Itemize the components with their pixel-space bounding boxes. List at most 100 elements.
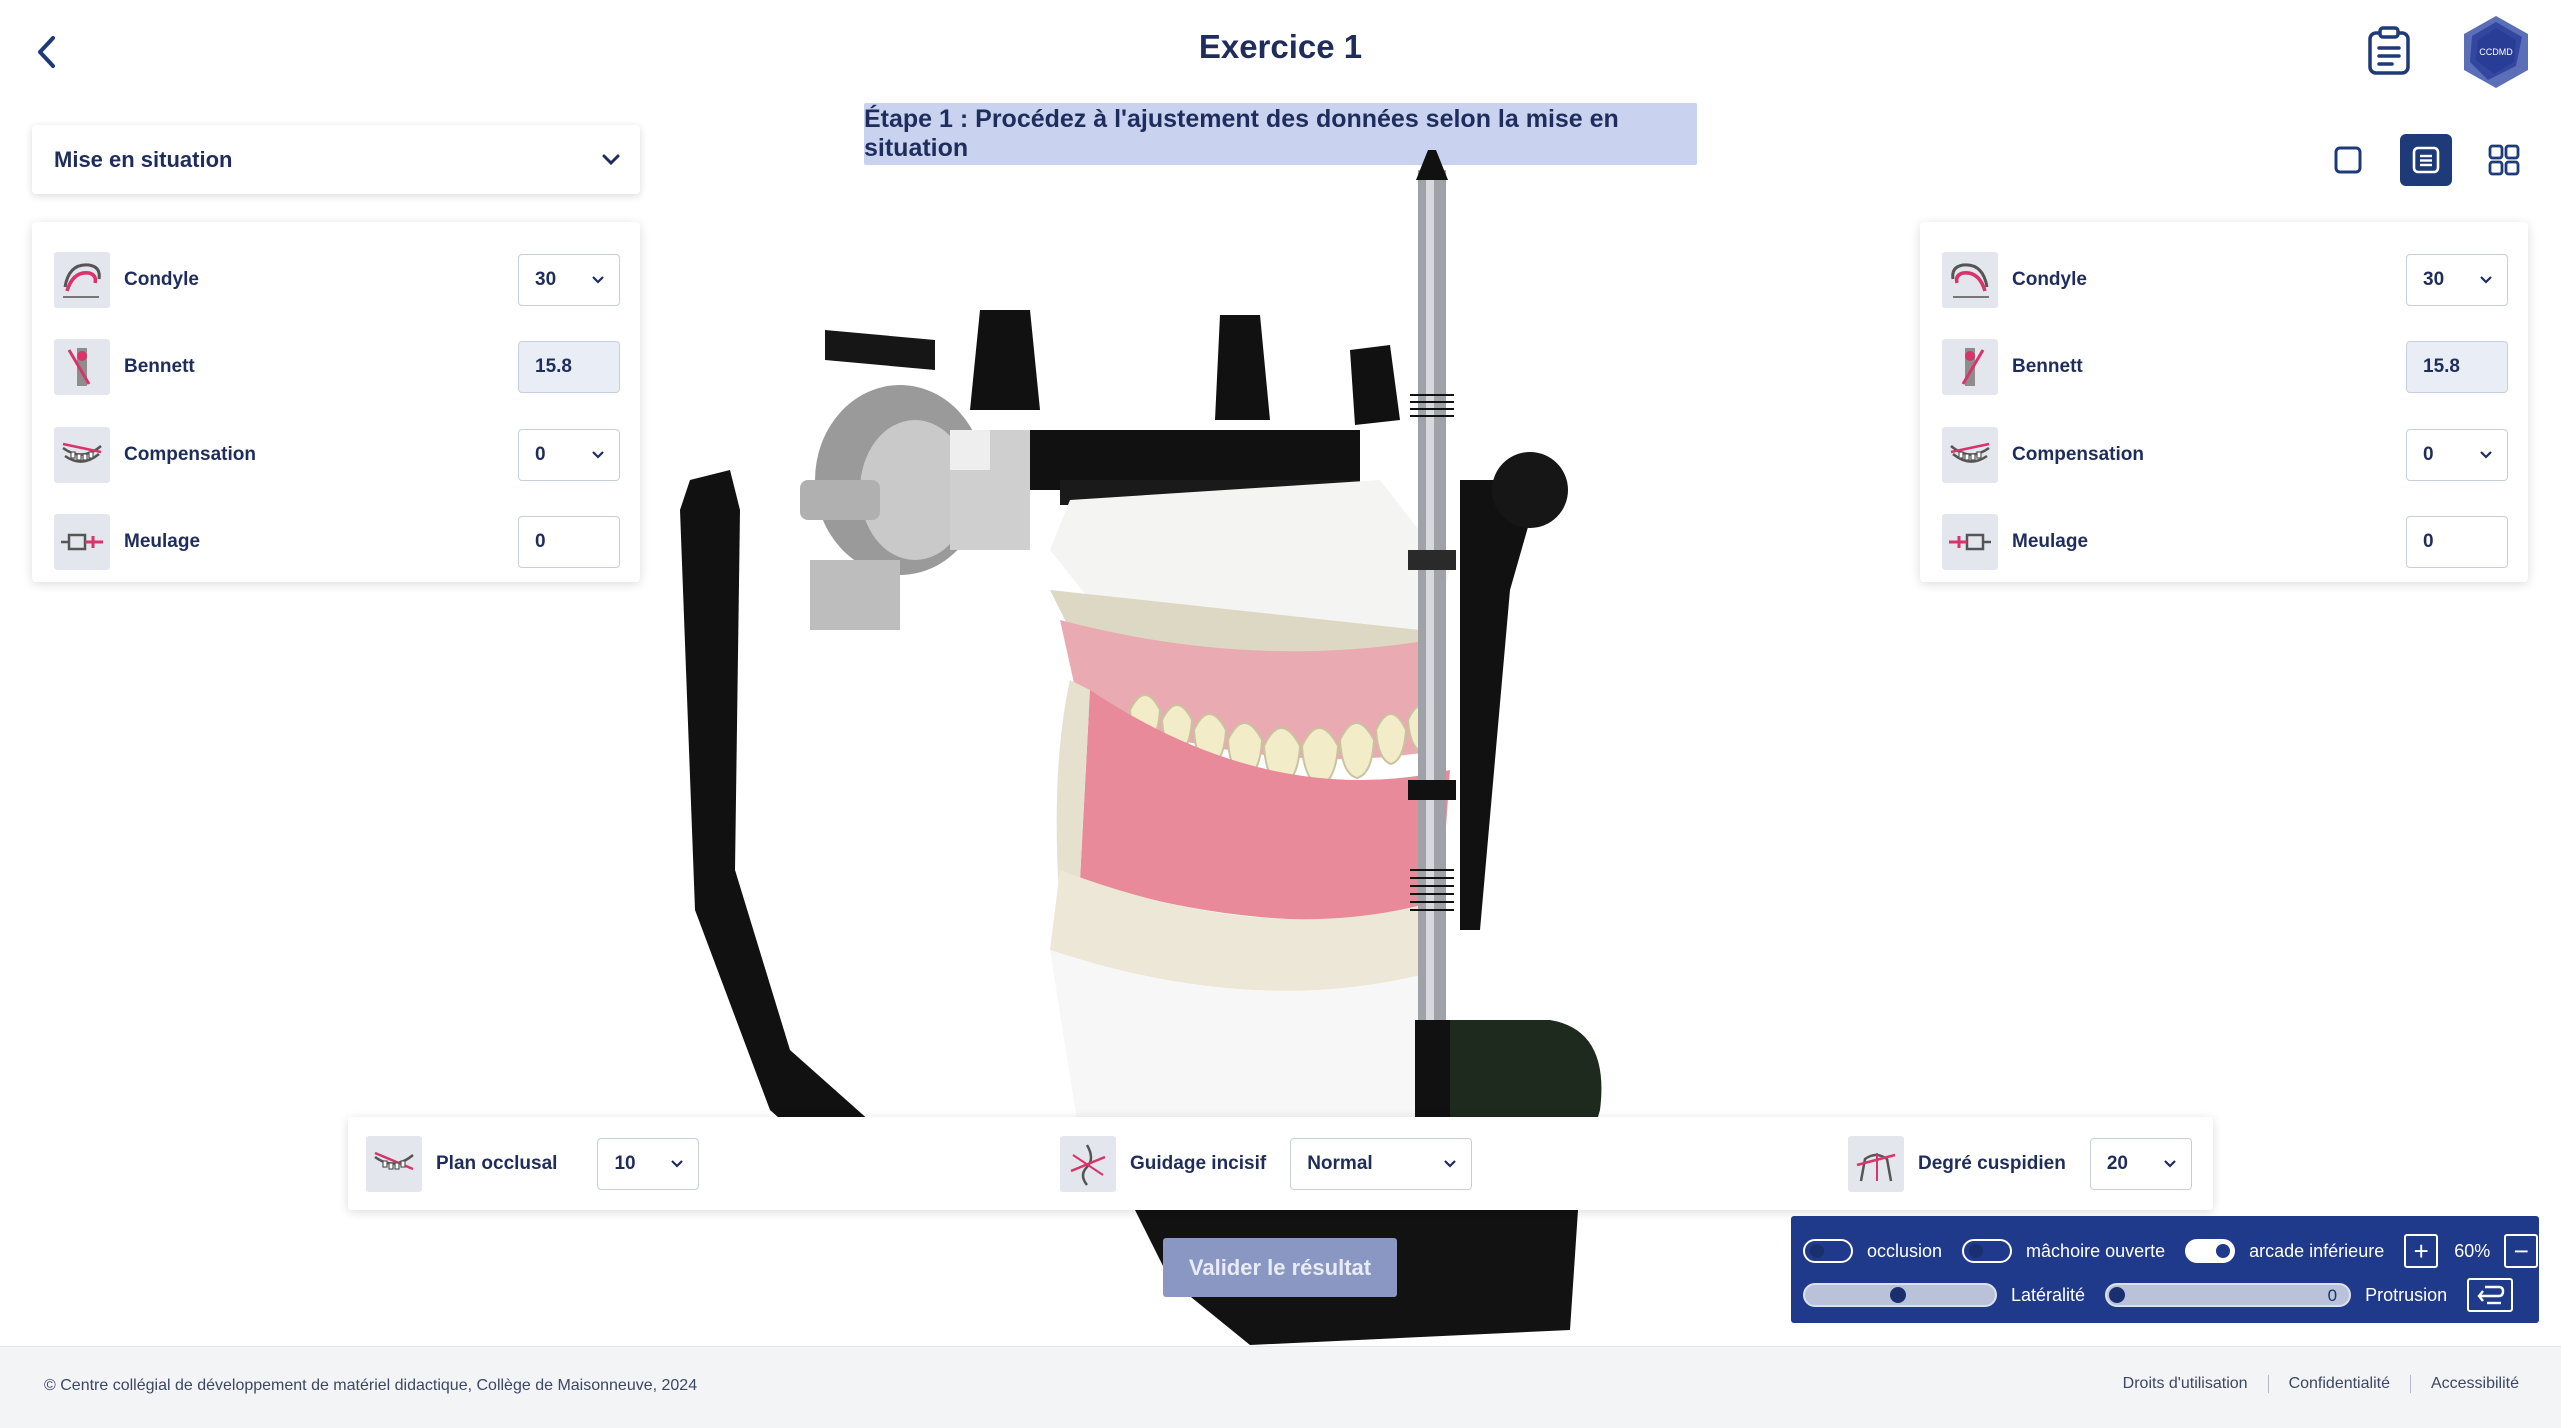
right-meulage-row: Meulage	[1942, 499, 2508, 587]
logo-text: CCDMD	[2479, 47, 2513, 57]
footer: © Centre collégial de développement de m…	[0, 1346, 2561, 1428]
degre-cuspidien-group: Degré cuspidien 20	[1848, 1136, 2192, 1192]
right-parameters-panel: Condyle 30 Bennett Compensation 0	[1920, 222, 2528, 582]
view-single-button[interactable]	[2322, 134, 2374, 186]
arcade-inferieure-label: arcade inférieure	[2249, 1240, 2385, 1261]
square-icon	[2334, 146, 2362, 174]
plan-occlusal-group: Plan occlusal 10	[366, 1136, 700, 1192]
right-compensation-value: 0	[2423, 443, 2434, 465]
footer-link-confidentialite[interactable]: Confidentialité	[2267, 1375, 2410, 1393]
machoire-ouverte-label: mâchoire ouverte	[2026, 1240, 2166, 1261]
right-compensation-select[interactable]: 0	[2406, 428, 2508, 481]
left-compensation-value: 0	[535, 443, 546, 465]
compensation-icon	[54, 426, 110, 483]
bennett-icon	[54, 339, 110, 396]
zoom-out-button[interactable]: −	[2504, 1234, 2539, 1268]
right-compensation-label: Compensation	[2012, 443, 2144, 465]
instructions-button[interactable]	[2364, 26, 2414, 76]
protrusion-slider[interactable]: 0	[2105, 1283, 2352, 1307]
bottom-parameters-bar: Plan occlusal 10 Guidage incisif Normal …	[348, 1117, 2213, 1210]
left-meulage-field[interactable]	[518, 516, 620, 569]
plan-occlusal-label: Plan occlusal	[436, 1153, 558, 1174]
left-bennett-field[interactable]	[518, 341, 620, 394]
right-meulage-label: Meulage	[2012, 531, 2089, 553]
degre-cuspidien-value: 20	[2106, 1153, 2128, 1174]
occlusion-label: occlusion	[1867, 1240, 1943, 1261]
bennett-icon	[1942, 339, 1998, 396]
left-bennett-row: Bennett	[54, 324, 620, 412]
left-meulage-row: Meulage	[54, 499, 620, 587]
machoire-ouverte-toggle[interactable]	[1962, 1239, 2013, 1263]
meulage-icon	[54, 514, 110, 571]
toggles-row: occlusion mâchoire ouverte arcade inféri…	[1803, 1234, 2539, 1268]
condyle-icon	[54, 251, 110, 308]
footer-link-accessibilite[interactable]: Accessibilité	[2409, 1375, 2519, 1393]
left-compensation-row: Compensation 0	[54, 411, 620, 499]
page: Exercice 1 CCDMD Étape 1 : Procédez à l'…	[0, 0, 2561, 1428]
left-compensation-label: Compensation	[124, 443, 256, 465]
chevron-down-icon	[602, 154, 620, 165]
guidage-incisif-label: Guidage incisif	[1130, 1153, 1267, 1174]
validate-result-button[interactable]: Valider le résultat	[1163, 1238, 1397, 1297]
left-condyle-label: Condyle	[124, 268, 199, 290]
guidage-incisif-value: Normal	[1307, 1153, 1373, 1174]
meulage-icon	[1942, 514, 1998, 571]
chevron-down-icon	[2480, 450, 2492, 459]
right-condyle-select[interactable]: 30	[2406, 253, 2508, 306]
left-bennett-label: Bennett	[124, 356, 195, 378]
page-title: Exercice 1	[1198, 28, 1363, 65]
footer-link-droits[interactable]: Droits d'utilisation	[2123, 1375, 2268, 1393]
left-meulage-label: Meulage	[124, 531, 201, 553]
left-parameters-panel: Condyle 30 Bennett Compensation 0	[32, 222, 640, 582]
degre-cuspidien-select[interactable]: 20	[2089, 1138, 2192, 1190]
chevron-down-icon	[592, 275, 604, 284]
right-bennett-label: Bennett	[2012, 356, 2083, 378]
view-grid-button[interactable]	[2478, 134, 2530, 186]
lateralite-slider[interactable]	[1803, 1283, 1997, 1307]
view-controls-panel: occlusion mâchoire ouverte arcade inféri…	[1791, 1216, 2539, 1323]
protrusion-label: Protrusion	[2365, 1284, 2448, 1305]
guidage-incisif-select[interactable]: Normal	[1290, 1138, 1473, 1190]
grid-icon	[2488, 144, 2520, 176]
occlusion-toggle[interactable]	[1803, 1239, 1853, 1263]
condyle-icon	[1942, 251, 1998, 308]
left-condyle-select[interactable]: 30	[518, 253, 620, 306]
list-icon	[2412, 146, 2440, 174]
lateralite-label: Latéralité	[2011, 1284, 2086, 1305]
ccdmd-logo: CCDMD	[2458, 14, 2534, 90]
footer-links: Droits d'utilisation Confidentialité Acc…	[2123, 1375, 2519, 1393]
left-compensation-select[interactable]: 0	[518, 428, 620, 481]
clipboard-icon	[2368, 26, 2410, 75]
degre-cuspidien-label: Degré cuspidien	[1918, 1153, 2066, 1174]
guidage-incisif-group: Guidage incisif Normal	[1060, 1136, 1473, 1192]
view-list-button[interactable]	[2400, 134, 2452, 186]
situation-dropdown[interactable]: Mise en situation	[32, 125, 640, 194]
right-bennett-field[interactable]	[2406, 341, 2508, 394]
right-meulage-field[interactable]	[2406, 516, 2508, 569]
reset-icon	[2477, 1285, 2505, 1305]
chevron-down-icon	[2164, 1160, 2176, 1168]
plan-occlusal-value: 10	[614, 1153, 636, 1174]
reset-view-button[interactable]	[2467, 1278, 2514, 1312]
situation-dropdown-label: Mise en situation	[54, 146, 233, 172]
plan-occlusal-select[interactable]: 10	[597, 1138, 700, 1190]
copyright-text: © Centre collégial de développement de m…	[44, 1377, 698, 1394]
chevron-down-icon	[592, 450, 604, 459]
view-mode-group	[2322, 134, 2530, 186]
right-condyle-label: Condyle	[2012, 268, 2087, 290]
left-condyle-value: 30	[535, 268, 557, 290]
arcade-inferieure-toggle[interactable]	[2185, 1239, 2236, 1263]
chevron-down-icon	[1444, 1160, 1456, 1168]
zoom-value: 60%	[2454, 1240, 2491, 1261]
guidage-incisif-icon	[1060, 1136, 1116, 1192]
right-compensation-row: Compensation 0	[1942, 411, 2508, 499]
plan-occlusal-icon	[366, 1136, 422, 1192]
sliders-row: Latéralité 0 Protrusion	[1803, 1278, 2514, 1312]
chevron-down-icon	[671, 1160, 684, 1168]
right-condyle-row: Condyle 30	[1942, 236, 2508, 324]
compensation-icon	[1942, 426, 1998, 483]
chevron-down-icon	[2480, 275, 2492, 284]
protrusion-value: 0	[2327, 1286, 2338, 1305]
degre-cuspidien-icon	[1848, 1136, 1904, 1192]
zoom-in-button[interactable]: +	[2404, 1234, 2439, 1268]
